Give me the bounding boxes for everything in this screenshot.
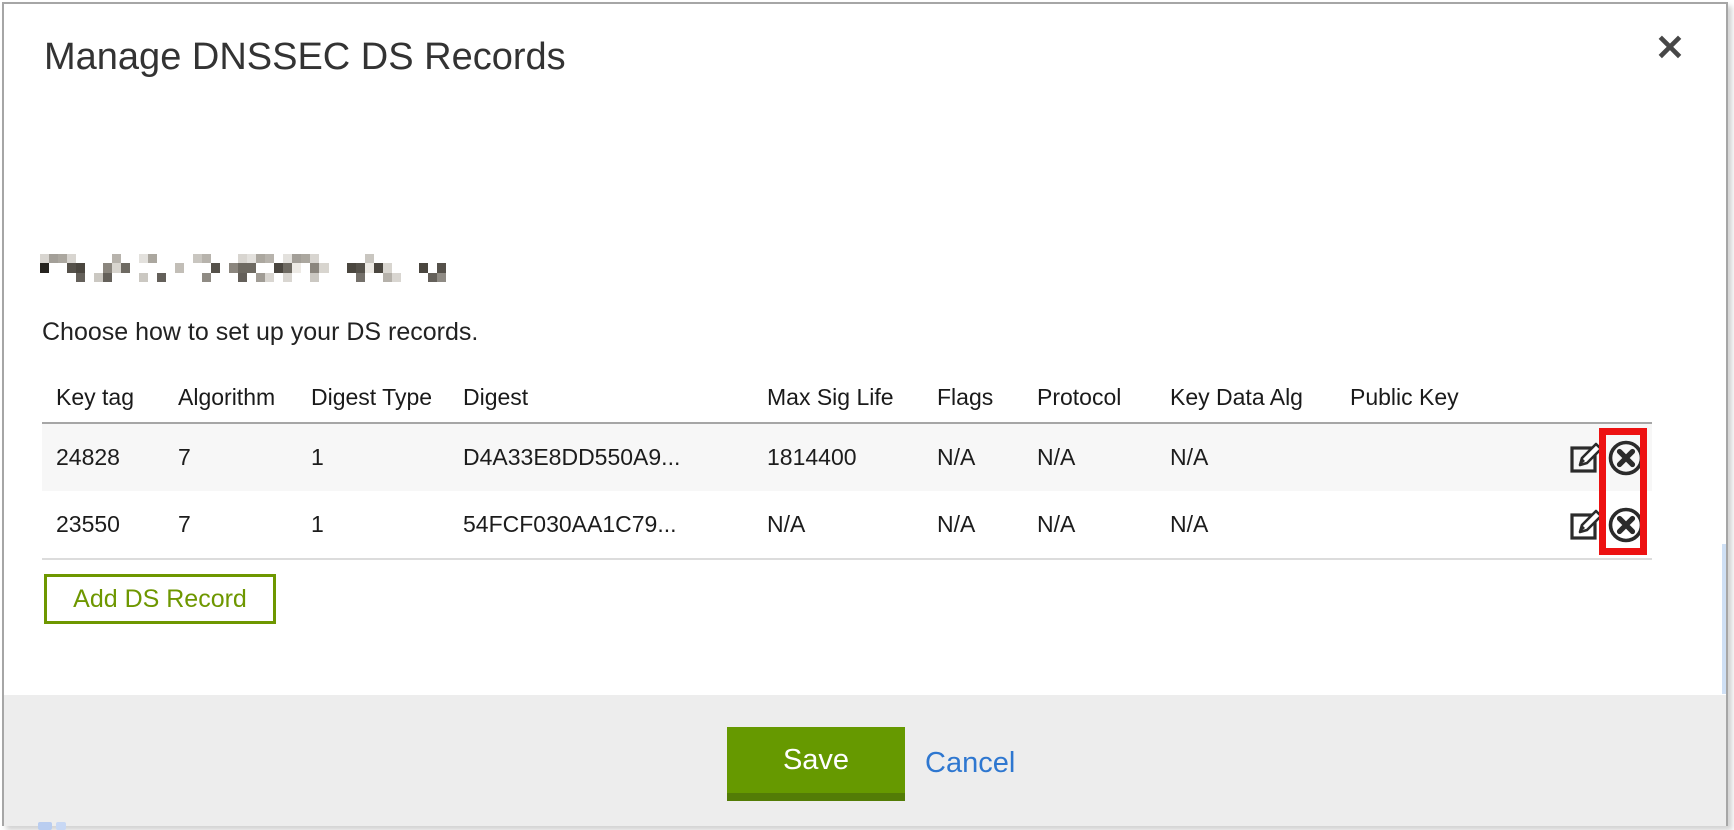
cell-digest: D4A33E8DD550A9...: [449, 444, 753, 471]
cell-algorithm: 7: [164, 444, 297, 471]
edit-record-icon[interactable]: [1568, 503, 1606, 547]
edit-record-icon[interactable]: [1568, 436, 1606, 480]
screenshot-stage: Manage DNSSEC DS Records ✕ Choose how to…: [0, 0, 1734, 830]
modal-footer: Save Cancel: [4, 695, 1726, 826]
cell-flags: N/A: [923, 511, 1023, 538]
col-header-algorithm: Algorithm: [164, 384, 297, 411]
col-header-flags: Flags: [923, 384, 1023, 411]
background-page-sliver: [1722, 544, 1726, 694]
cell-max-sig-life: N/A: [753, 511, 923, 538]
col-header-key-tag: Key tag: [42, 384, 164, 411]
cancel-link[interactable]: Cancel: [925, 747, 1015, 780]
table-header-row: Key tag Algorithm Digest Type Digest Max…: [42, 372, 1652, 422]
delete-record-icon[interactable]: [1606, 436, 1646, 480]
cell-max-sig-life: 1814400: [753, 444, 923, 471]
col-header-protocol: Protocol: [1023, 384, 1156, 411]
col-header-max-sig-life: Max Sig Life: [753, 384, 923, 411]
add-ds-record-button[interactable]: Add DS Record: [44, 574, 276, 624]
save-button[interactable]: Save: [727, 727, 905, 801]
page-title: Manage DNSSEC DS Records: [44, 36, 566, 79]
background-artifact: [56, 822, 66, 830]
cell-actions: [1557, 503, 1652, 547]
cell-key-tag: 23550: [42, 511, 164, 538]
cell-digest-type: 1: [297, 511, 449, 538]
cell-key-data-alg: N/A: [1156, 511, 1336, 538]
cell-protocol: N/A: [1023, 444, 1156, 471]
cell-digest: 54FCF030AA1C79...: [449, 511, 753, 538]
col-header-digest-type: Digest Type: [297, 384, 449, 411]
cell-key-data-alg: N/A: [1156, 444, 1336, 471]
table-bottom-border: [42, 558, 1652, 560]
cell-flags: N/A: [923, 444, 1023, 471]
ds-records-table: Key tag Algorithm Digest Type Digest Max…: [42, 372, 1652, 560]
cell-key-tag: 24828: [42, 444, 164, 471]
cell-algorithm: 7: [164, 511, 297, 538]
col-header-key-data-alg: Key Data Alg: [1156, 384, 1336, 411]
table-row: 24828 7 1 D4A33E8DD550A9... 1814400 N/A …: [42, 424, 1652, 491]
background-artifact: [38, 822, 52, 830]
cell-digest-type: 1: [297, 444, 449, 471]
cell-actions: [1557, 436, 1652, 480]
instruction-text: Choose how to set up your DS records.: [42, 318, 478, 347]
table-row: 23550 7 1 54FCF030AA1C79... N/A N/A N/A …: [42, 491, 1652, 558]
redacted-domain-name: [40, 254, 446, 282]
manage-dnssec-modal: Manage DNSSEC DS Records ✕ Choose how to…: [2, 2, 1728, 826]
col-header-digest: Digest: [449, 384, 753, 411]
close-icon[interactable]: ✕: [1648, 26, 1692, 70]
col-header-public-key: Public Key: [1336, 384, 1557, 411]
cell-protocol: N/A: [1023, 511, 1156, 538]
delete-record-icon[interactable]: [1606, 503, 1646, 547]
